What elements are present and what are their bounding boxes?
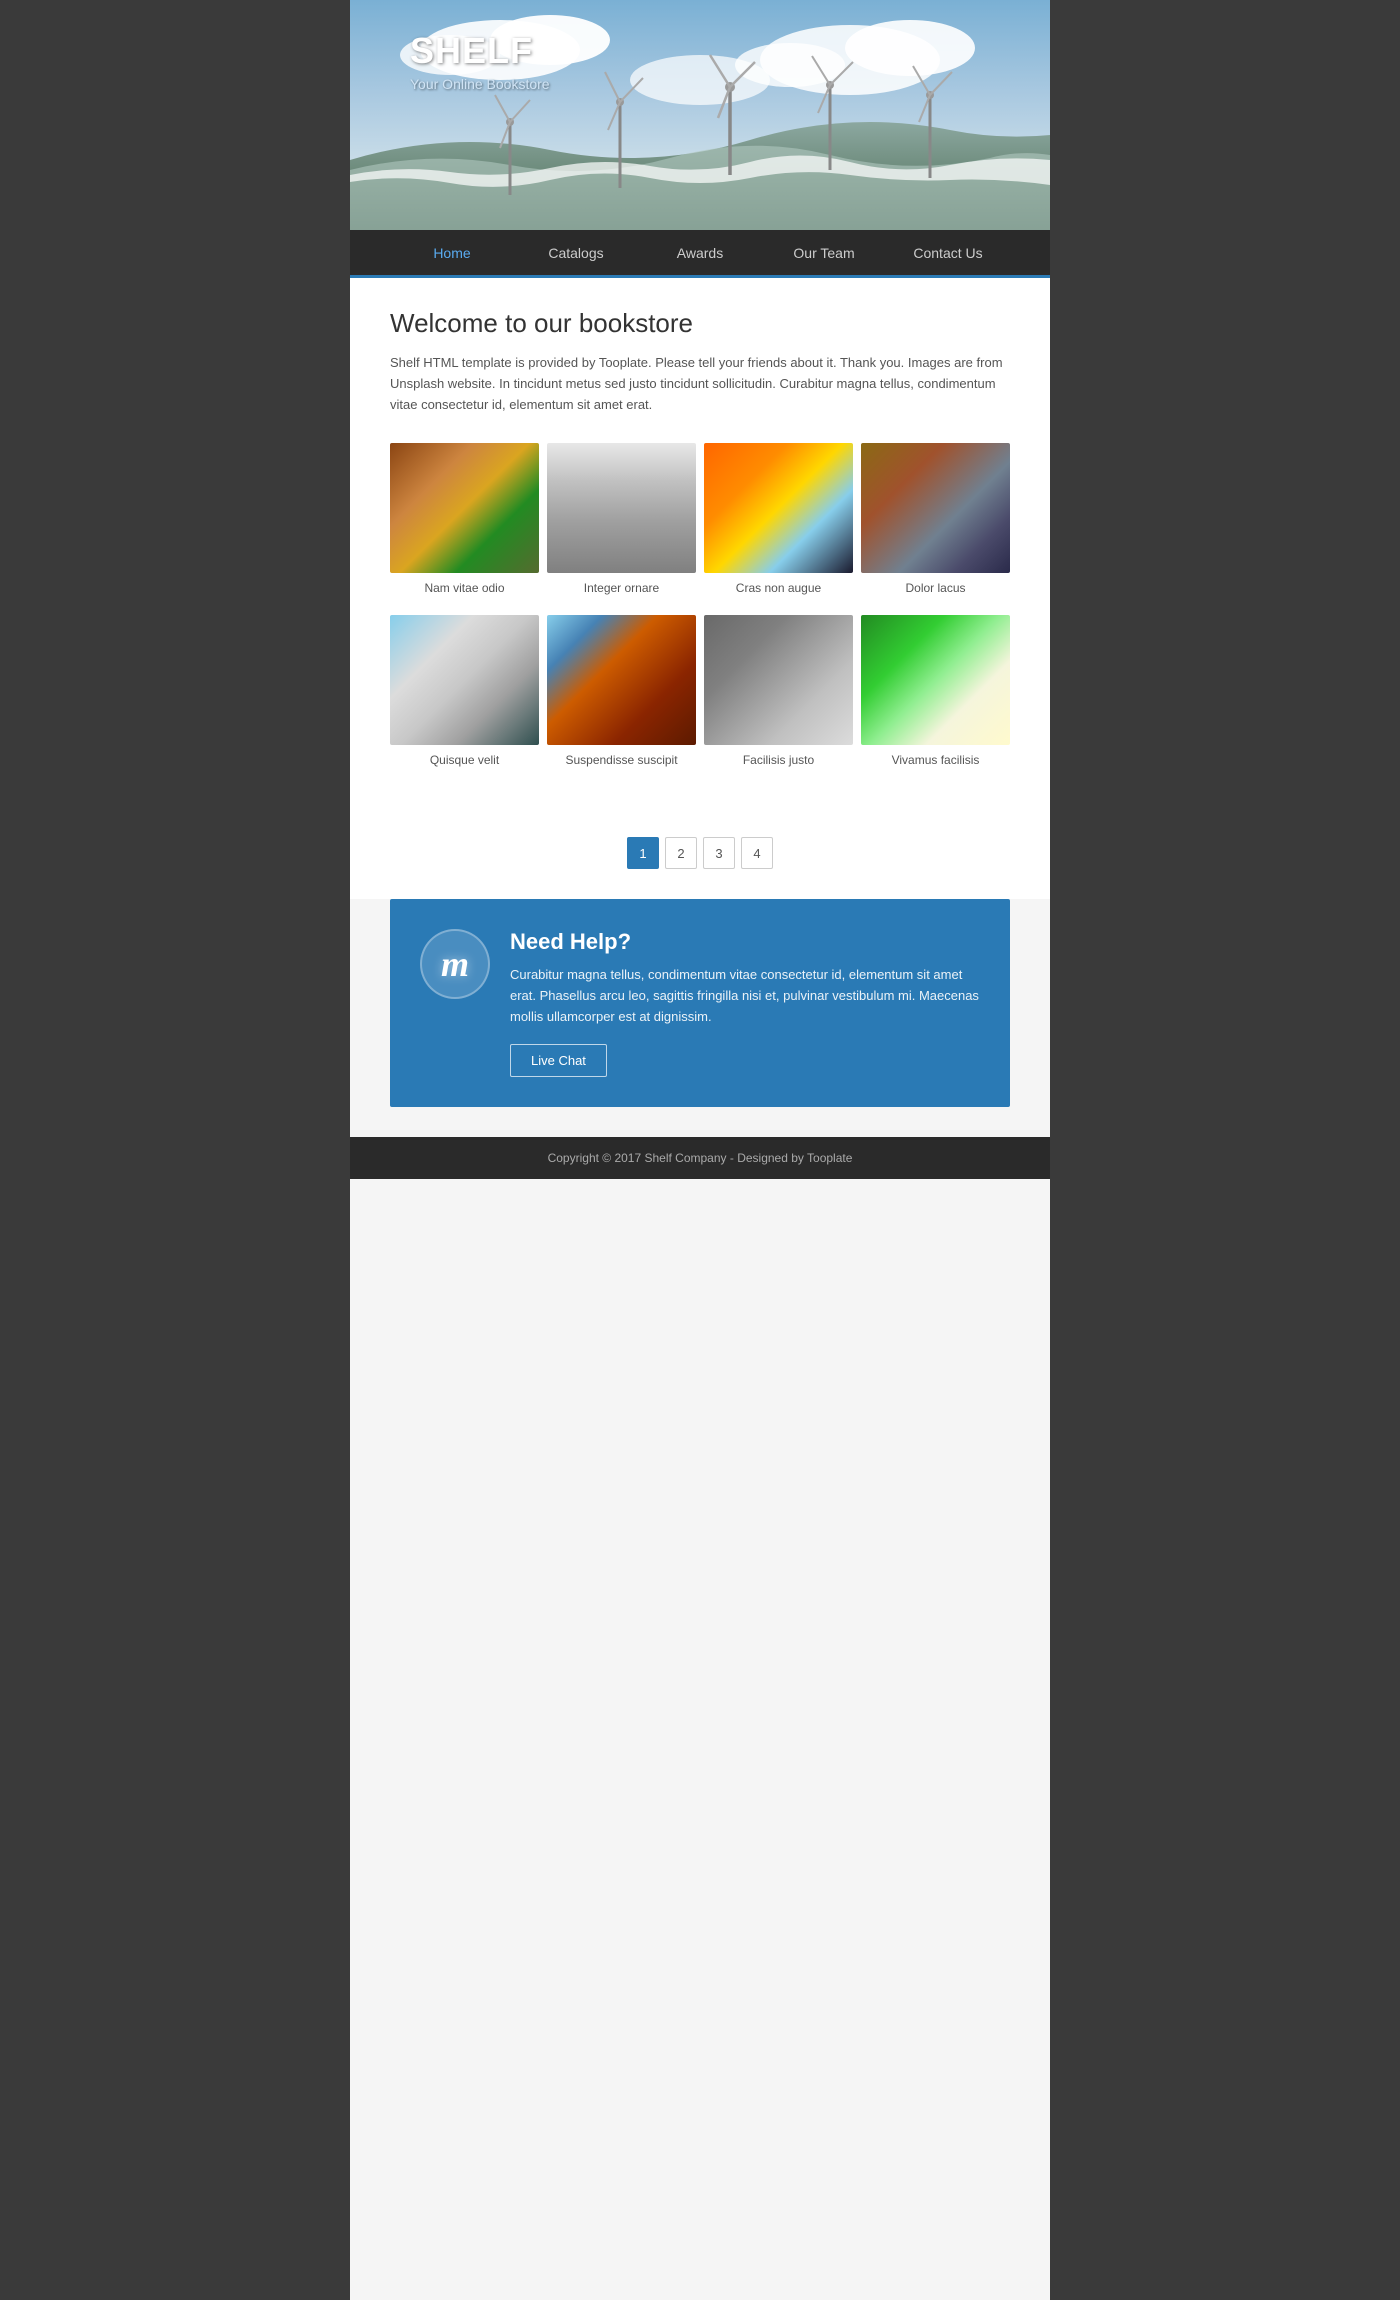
hero-subtitle: Your Online Bookstore [410, 76, 550, 92]
grid-image-bridge[interactable] [547, 615, 696, 745]
grid-item-1: Nam vitae odio [390, 443, 539, 595]
grid-image-house[interactable] [390, 615, 539, 745]
page-btn-3[interactable]: 3 [703, 837, 735, 869]
grid-image-mountain[interactable] [861, 443, 1010, 573]
grid-item-4: Dolor lacus [861, 443, 1010, 595]
help-text-container: Need Help? Curabitur magna tellus, condi… [510, 929, 980, 1076]
help-section: m Need Help? Curabitur magna tellus, con… [390, 899, 1010, 1106]
main-content: Welcome to our bookstore Shelf HTML temp… [350, 278, 1050, 817]
live-chat-button[interactable]: Live Chat [510, 1044, 607, 1077]
hero-title: SHELF [410, 30, 550, 72]
image-grid-row2: Quisque velit Suspendisse suscipit Facil… [390, 615, 1010, 767]
nav-item-catalogs[interactable]: Catalogs [514, 233, 638, 273]
page-btn-1[interactable]: 1 [627, 837, 659, 869]
page-wrapper: SHELF Your Online Bookstore Home Catalog… [350, 0, 1050, 2300]
grid-item-3: Cras non augue [704, 443, 853, 595]
welcome-title: Welcome to our bookstore [390, 308, 1010, 339]
help-icon-letter: m [441, 943, 469, 985]
footer: Copyright © 2017 Shelf Company - Designe… [350, 1137, 1050, 1179]
grid-image-mushroom[interactable] [861, 615, 1010, 745]
grid-item-2: Integer ornare [547, 443, 696, 595]
grid-item-7: Facilisis justo [704, 615, 853, 767]
grid-item-6: Suspendisse suscipit [547, 615, 696, 767]
nav-item-our-team[interactable]: Our Team [762, 233, 886, 273]
grid-caption-5: Quisque velit [430, 753, 499, 767]
welcome-desc: Shelf HTML template is provided by Toopl… [390, 353, 1010, 415]
page-btn-4[interactable]: 4 [741, 837, 773, 869]
nav-item-home[interactable]: Home [390, 233, 514, 273]
hero-section: SHELF Your Online Bookstore [350, 0, 1050, 230]
grid-caption-4: Dolor lacus [905, 581, 965, 595]
grid-item-5: Quisque velit [390, 615, 539, 767]
hero-content: SHELF Your Online Bookstore [410, 30, 550, 92]
grid-image-jump[interactable] [704, 443, 853, 573]
pagination: 1 2 3 4 [350, 817, 1050, 899]
grid-caption-2: Integer ornare [584, 581, 659, 595]
navigation: Home Catalogs Awards Our Team Contact Us [350, 230, 1050, 278]
footer-text: Copyright © 2017 Shelf Company - Designe… [548, 1151, 853, 1165]
grid-caption-3: Cras non augue [736, 581, 821, 595]
grid-caption-8: Vivamus facilisis [892, 753, 980, 767]
grid-caption-1: Nam vitae odio [424, 581, 504, 595]
help-title: Need Help? [510, 929, 980, 955]
nav-item-contact-us[interactable]: Contact Us [886, 233, 1010, 273]
image-grid-row1: Nam vitae odio Integer ornare Cras non a… [390, 443, 1010, 595]
help-icon: m [420, 929, 490, 999]
grid-image-person[interactable] [704, 615, 853, 745]
grid-caption-7: Facilisis justo [743, 753, 814, 767]
nav-item-awards[interactable]: Awards [638, 233, 762, 273]
grid-caption-6: Suspendisse suscipit [565, 753, 677, 767]
grid-item-8: Vivamus facilisis [861, 615, 1010, 767]
grid-image-building[interactable] [547, 443, 696, 573]
page-btn-2[interactable]: 2 [665, 837, 697, 869]
help-desc: Curabitur magna tellus, condimentum vita… [510, 965, 980, 1027]
grid-image-autumn[interactable] [390, 443, 539, 573]
